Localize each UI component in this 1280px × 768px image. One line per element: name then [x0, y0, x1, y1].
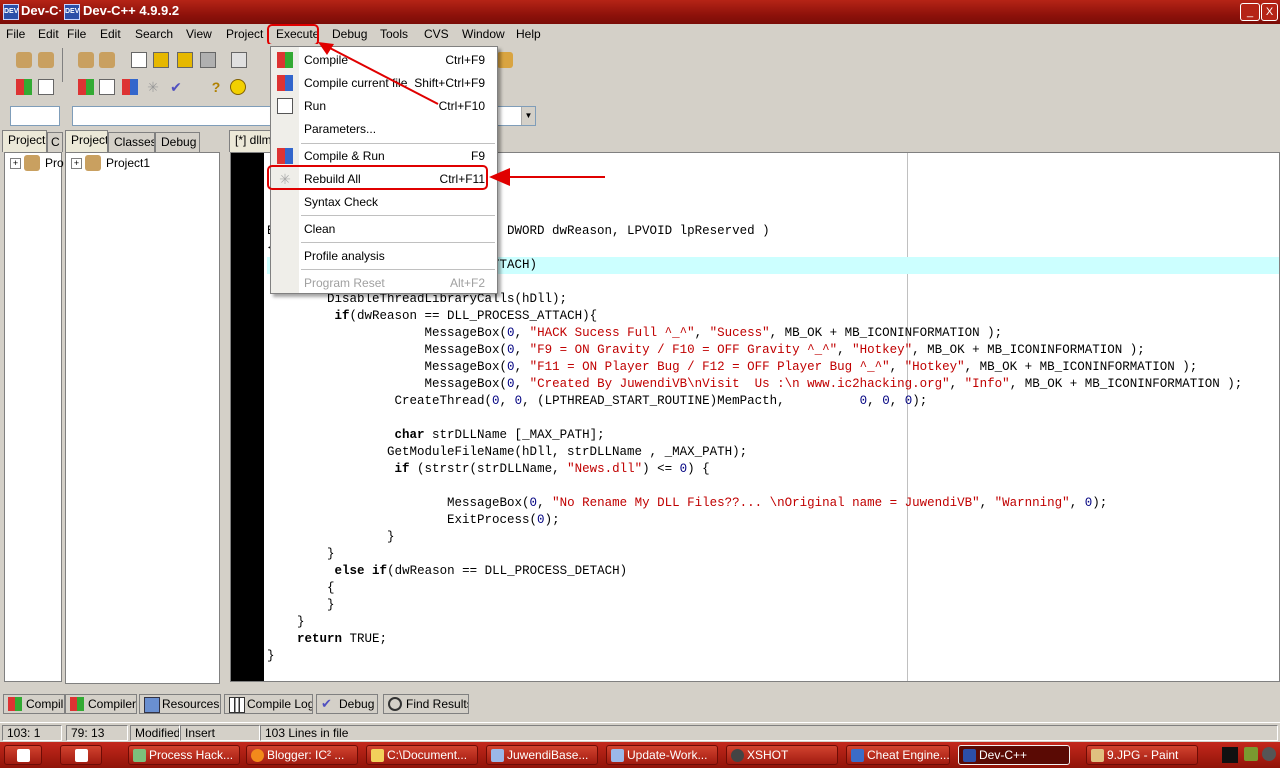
tab-label: Debug: [339, 697, 375, 711]
taskbar-item[interactable]: Update-Work...: [606, 745, 718, 765]
document-icon: [491, 749, 504, 762]
windows-logo-icon: [75, 749, 88, 762]
tab-find-results[interactable]: Find Results: [383, 694, 469, 714]
start-button[interactable]: [4, 745, 42, 765]
tab-compiler[interactable]: Compiler: [65, 694, 137, 714]
status-cursor-pos: 103: 1: [2, 725, 62, 741]
folder-icon: [371, 749, 384, 762]
status-insert-mode: Insert: [180, 725, 260, 741]
arrow-to-execute: [325, 45, 439, 105]
status-line-count: 103 Lines in file: [260, 725, 1278, 741]
firefox-icon: [251, 749, 264, 762]
tab-debug-bottom[interactable]: ✔ Debug: [316, 694, 378, 714]
devcpp-app-icon: [963, 749, 976, 762]
cheat-engine-icon: [851, 749, 864, 762]
annotation-arrows: [318, 42, 605, 186]
paint-icon: [1091, 749, 1104, 762]
tab-label: Compile Log: [247, 697, 313, 711]
tab-label: Find Results: [406, 697, 469, 711]
tab-label: Resources: [162, 697, 220, 711]
taskbar-item[interactable]: Process Hack...: [128, 745, 240, 765]
tab-compile-log[interactable]: Compile Log: [224, 694, 313, 714]
tray-icon[interactable]: [1262, 747, 1276, 761]
magnifier-icon: [388, 697, 402, 711]
tab-label: Compil: [26, 697, 64, 711]
check-icon: ✔: [321, 696, 332, 711]
document-icon: [611, 749, 624, 762]
status-selection-pos: 79: 13: [66, 725, 128, 741]
chart-icon: [229, 697, 245, 713]
tray-icon[interactable]: [1244, 747, 1258, 761]
tray-icon[interactable]: [1222, 747, 1238, 763]
compile-icon: [8, 697, 22, 711]
taskbar-item-active[interactable]: Dev-C++: [958, 745, 1070, 765]
start-button-2[interactable]: [60, 745, 102, 765]
taskbar: Process Hack... Blogger: IC² ... C:\Docu…: [0, 742, 1280, 768]
taskbar-item[interactable]: C:\Document...: [366, 745, 478, 765]
tab-label: Compiler: [88, 697, 137, 711]
status-modified: Modified: [130, 725, 180, 741]
taskbar-item[interactable]: XSHOT: [726, 745, 838, 765]
taskbar-item[interactable]: 9.JPG - Paint: [1086, 745, 1198, 765]
xshot-icon: [731, 749, 744, 762]
windows-logo-icon: [17, 749, 30, 762]
status-bar: 103: 1 79: 13 Modified Insert 103 Lines …: [0, 722, 1280, 743]
compile-icon: [70, 697, 84, 711]
taskbar-item[interactable]: Blogger: IC² ...: [246, 745, 358, 765]
taskbar-item[interactable]: Cheat Engine...: [846, 745, 950, 765]
tab-resources[interactable]: Resources: [139, 694, 221, 714]
tab-compiler-outer[interactable]: Compil: [3, 694, 65, 714]
process-hacker-icon: [133, 749, 146, 762]
resources-icon: [144, 697, 160, 713]
taskbar-item[interactable]: JuwendiBase...: [486, 745, 598, 765]
arrow-head: [489, 168, 510, 186]
